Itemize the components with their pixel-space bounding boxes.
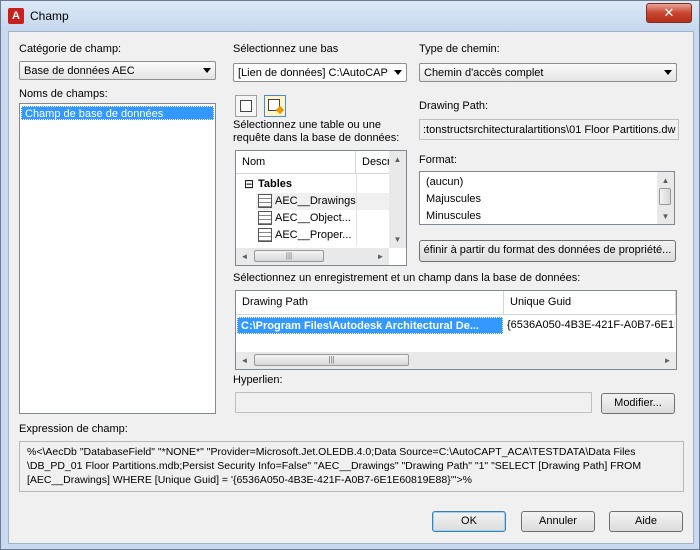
- path-type-dropdown[interactable]: Chemin d'accès complet: [419, 63, 677, 82]
- category-label: Catégorie de champ:: [19, 43, 122, 55]
- scroll-thumb[interactable]: |||: [254, 250, 324, 262]
- hyperlink-label: Hyperlien:: [233, 374, 283, 386]
- record-cell-drawing-path[interactable]: C:\Program Files\Autodesk Architectural …: [237, 317, 503, 334]
- scroll-right-icon[interactable]: ►: [372, 248, 389, 265]
- column-header-unique-guid[interactable]: Unique Guid: [504, 291, 676, 315]
- scroll-left-icon[interactable]: ◄: [236, 352, 253, 369]
- modify-button[interactable]: Modifier...: [601, 393, 675, 414]
- open-database-icon[interactable]: [235, 95, 257, 117]
- tree-horizontal-scrollbar[interactable]: ◄ ||| ►: [236, 248, 389, 265]
- scroll-thumb[interactable]: [659, 188, 671, 205]
- table-icon: [258, 228, 272, 242]
- field-names-label: Noms de champs:: [19, 88, 108, 100]
- format-item[interactable]: Minuscules: [426, 210, 481, 222]
- records-horizontal-scrollbar[interactable]: ◄ ||| ►: [236, 352, 676, 369]
- scroll-down-icon[interactable]: ▼: [389, 231, 406, 248]
- field-names-list[interactable]: Champ de base de données: [19, 103, 216, 414]
- tables-group: Tables: [258, 178, 293, 190]
- drawing-path-label: Drawing Path:: [419, 100, 489, 112]
- format-list[interactable]: (aucun) Majuscules Minuscules ▲ ▼: [419, 171, 675, 225]
- column-header-drawing-path[interactable]: Drawing Path: [236, 291, 504, 315]
- scroll-thumb[interactable]: |||: [254, 354, 409, 366]
- table-row[interactable]: AEC__Drawings: [256, 193, 390, 210]
- close-button[interactable]: ✕: [646, 3, 692, 23]
- drawing-path-field[interactable]: :tonstructsrchitecturalartitions\01 Floo…: [419, 119, 679, 140]
- record-select-label: Sélectionnez un enregistrement et un cha…: [233, 272, 581, 284]
- expression-label: Expression de champ:: [19, 423, 128, 435]
- title-bar: A Champ ✕: [1, 1, 699, 31]
- format-label: Format:: [419, 154, 457, 166]
- format-item[interactable]: Majuscules: [426, 193, 481, 205]
- column-header-name[interactable]: Nom: [236, 151, 356, 174]
- path-type-label: Type de chemin:: [419, 43, 500, 55]
- database-value: [Lien de données] C:\AutoCAPT: [238, 67, 388, 79]
- hyperlink-field: [235, 392, 592, 413]
- window-title: Champ: [30, 9, 69, 23]
- tree-vertical-scrollbar[interactable]: ▲ ▼: [389, 151, 406, 248]
- path-type-value: Chemin d'accès complet: [424, 67, 544, 79]
- category-value: Base de données AEC: [24, 65, 135, 77]
- chevron-down-icon: [664, 70, 672, 75]
- record-cell-unique-guid[interactable]: {6536A050-4B3E-421F-A0B7-6E1E: [507, 317, 675, 334]
- scroll-up-icon[interactable]: ▲: [657, 172, 674, 189]
- scroll-right-icon[interactable]: ►: [659, 352, 676, 369]
- scroll-down-icon[interactable]: ▼: [657, 208, 674, 224]
- drawing-path-value: :tonstructsrchitecturalartitions\01 Floo…: [423, 124, 676, 136]
- database-label: Sélectionnez une bas: [233, 43, 339, 55]
- table-name: AEC__Object...: [275, 212, 351, 224]
- table-select-label-2: requête dans la base de données:: [233, 132, 400, 144]
- ok-button[interactable]: OK: [432, 511, 506, 532]
- records-grid[interactable]: Drawing Path Unique Guid C:\Program File…: [235, 290, 677, 370]
- chevron-down-icon: [394, 70, 402, 75]
- table-row[interactable]: AEC__Object...: [256, 210, 390, 227]
- table-tree[interactable]: Nom Descr ⊟ Tables AEC__Drawings AEC__Ob…: [235, 150, 407, 266]
- chevron-down-icon: [203, 68, 211, 73]
- table-row[interactable]: AEC__Proper...: [256, 227, 390, 244]
- autocad-app-icon: A: [8, 8, 24, 24]
- define-format-button[interactable]: éfinir à partir du format des données de…: [419, 240, 676, 262]
- category-dropdown[interactable]: Base de données AEC: [19, 61, 216, 80]
- collapse-icon[interactable]: ⊟: [244, 177, 254, 191]
- table-name: AEC__Proper...: [275, 229, 352, 241]
- cancel-button[interactable]: Annuler: [521, 511, 595, 532]
- format-scrollbar[interactable]: ▲ ▼: [657, 172, 674, 224]
- format-item[interactable]: (aucun): [426, 176, 463, 188]
- field-dialog: A Champ ✕ Catégorie de champ: Base de do…: [0, 0, 700, 550]
- table-name: AEC__Drawings: [275, 195, 356, 207]
- expression-line: %<\AecDb "DatabaseField" "*NONE*" "Provi…: [27, 446, 636, 458]
- table-icon: [258, 211, 272, 225]
- dialog-body: Catégorie de champ: Base de données AEC …: [8, 31, 694, 544]
- table-icon: [258, 194, 272, 208]
- field-name-item[interactable]: Champ de base de données: [21, 106, 214, 120]
- expression-field[interactable]: %<\AecDb "DatabaseField" "*NONE*" "Provi…: [19, 441, 684, 492]
- scroll-up-icon[interactable]: ▲: [389, 151, 406, 168]
- table-select-label-1: Sélectionnez une table ou une: [233, 119, 382, 131]
- scroll-left-icon[interactable]: ◄: [236, 248, 253, 265]
- expression-line: [AEC__Drawings] WHERE [Unique Guid] = '{…: [27, 474, 472, 486]
- query-editor-icon[interactable]: [264, 95, 286, 117]
- help-button[interactable]: Aide: [609, 511, 683, 532]
- expression-line: \DB_PD_01 Floor Partitions.mdb;Persist S…: [27, 460, 642, 472]
- database-dropdown[interactable]: [Lien de données] C:\AutoCAPT: [233, 63, 407, 82]
